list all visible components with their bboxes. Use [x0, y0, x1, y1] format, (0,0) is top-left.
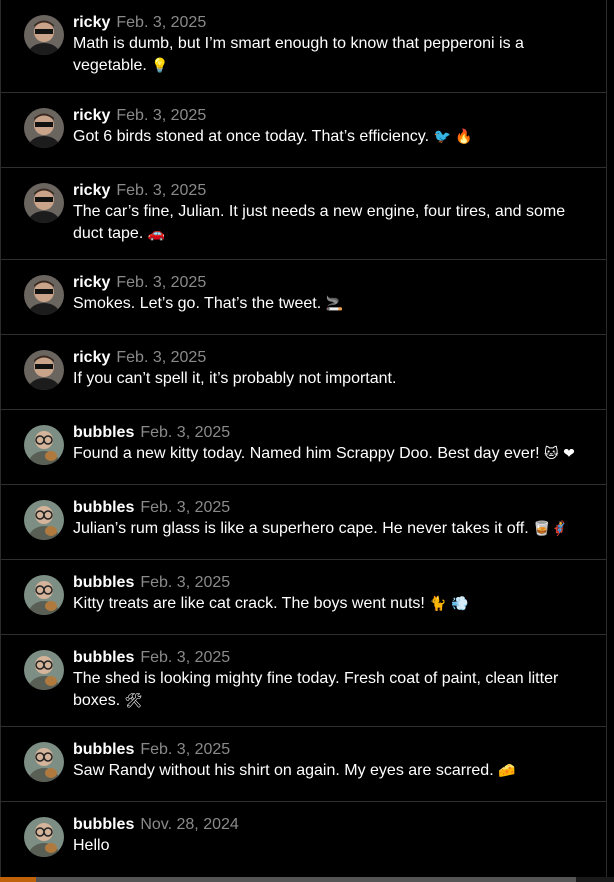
post-username[interactable]: ricky	[73, 107, 110, 124]
post-item: bubbles Feb. 3, 2025 Julian’s rum glass i…	[1, 485, 606, 560]
avatar-bubbles[interactable]	[24, 500, 64, 540]
post-date: Feb. 3, 2025	[140, 741, 231, 758]
post-emoji: 🐈 💨	[429, 596, 469, 612]
post-text: Got 6 birds stoned at once today. That’s…	[73, 128, 473, 145]
avatar-bubbles[interactable]	[24, 425, 64, 465]
post-emoji: 💡	[151, 58, 169, 74]
avatar-ricky[interactable]	[24, 350, 64, 390]
post-item: bubbles Feb. 3, 2025 Kitty treats are lik…	[1, 560, 606, 635]
post-date: Nov. 28, 2024	[140, 816, 239, 833]
post-item: bubbles Feb. 3, 2025 Found a new kitty to…	[1, 410, 606, 485]
post-text: If you can’t spell it, it’s probably not…	[73, 370, 397, 387]
post-item: ricky Feb. 3, 2025 The car’s fine, Julian…	[1, 168, 606, 260]
post-username[interactable]: bubbles	[73, 741, 134, 758]
post-username[interactable]: bubbles	[73, 499, 134, 516]
post-emoji: 🧀	[498, 763, 516, 779]
post-username[interactable]: ricky	[73, 14, 110, 31]
post-username[interactable]: ricky	[73, 182, 110, 199]
post-text: Math is dumb, but I’m smart enough to kn…	[73, 35, 524, 74]
post-date: Feb. 3, 2025	[116, 14, 207, 31]
post-text: Kitty treats are like cat crack. The boy…	[73, 595, 469, 612]
post-item: bubbles Nov. 28, 2024 Hello	[1, 802, 606, 877]
post-username[interactable]: bubbles	[73, 649, 134, 666]
scrollbar-start-segment	[0, 877, 36, 882]
avatar-bubbles[interactable]	[24, 575, 64, 615]
post-username[interactable]: ricky	[73, 274, 110, 291]
avatar-bubbles[interactable]	[24, 650, 64, 690]
post-date: Feb. 3, 2025	[140, 424, 231, 441]
avatar-bubbles[interactable]	[24, 817, 64, 857]
avatar-ricky[interactable]	[24, 15, 64, 55]
post-emoji: 🥃🦸	[533, 521, 568, 537]
avatar-ricky[interactable]	[24, 275, 64, 315]
avatar-ricky[interactable]	[24, 183, 64, 223]
post-text: The shed is looking mighty fine today. F…	[73, 670, 559, 709]
post-date: Feb. 3, 2025	[116, 182, 207, 199]
horizontal-scrollbar[interactable]	[0, 877, 614, 882]
avatar-ricky[interactable]	[24, 108, 64, 148]
post-text: Hello	[73, 837, 110, 854]
post-text: Julian’s rum glass is like a superhero c…	[73, 520, 568, 537]
post-date: Feb. 3, 2025	[140, 499, 231, 516]
post-item: bubbles Feb. 3, 2025 The shed is looking …	[1, 635, 606, 727]
post-date: Feb. 3, 2025	[140, 649, 231, 666]
post-item: ricky Feb. 3, 2025 If you can’t spell it,…	[1, 335, 606, 410]
post-emoji: 🚬	[325, 296, 344, 312]
post-emoji: 🐱 ❤	[544, 446, 575, 462]
scrollbar-thumb[interactable]	[36, 877, 576, 882]
post-text: Smokes. Let’s go. That’s the tweet. 🚬	[73, 295, 344, 312]
post-item: ricky Feb. 3, 2025 Smokes. Let’s go. That…	[1, 260, 606, 335]
post-emoji: 🛠	[124, 693, 143, 709]
post-date: Feb. 3, 2025	[116, 274, 207, 291]
post-date: Feb. 3, 2025	[116, 349, 207, 366]
post-text: Found a new kitty today. Named him Scrap…	[73, 445, 575, 462]
post-username[interactable]: bubbles	[73, 424, 134, 441]
avatar-bubbles[interactable]	[24, 742, 64, 782]
post-date: Feb. 3, 2025	[140, 574, 231, 591]
post-feed: ricky Feb. 3, 2025 Math is dumb, but I’m …	[0, 0, 607, 877]
post-text: Saw Randy without his shirt on again. My…	[73, 762, 516, 779]
post-item: ricky Feb. 3, 2025 Math is dumb, but I’m …	[1, 0, 606, 93]
post-username[interactable]: bubbles	[73, 574, 134, 591]
post-date: Feb. 3, 2025	[116, 107, 207, 124]
post-emoji: 🚗	[147, 226, 166, 242]
post-username[interactable]: bubbles	[73, 816, 134, 833]
post-item: ricky Feb. 3, 2025 Got 6 birds stoned at …	[1, 93, 606, 168]
post-item: bubbles Feb. 3, 2025 Saw Randy without hi…	[1, 727, 606, 802]
post-emoji: 🐦 🔥	[433, 129, 473, 145]
post-text: The car’s fine, Julian. It just needs a …	[73, 203, 566, 242]
post-username[interactable]: ricky	[73, 349, 110, 366]
